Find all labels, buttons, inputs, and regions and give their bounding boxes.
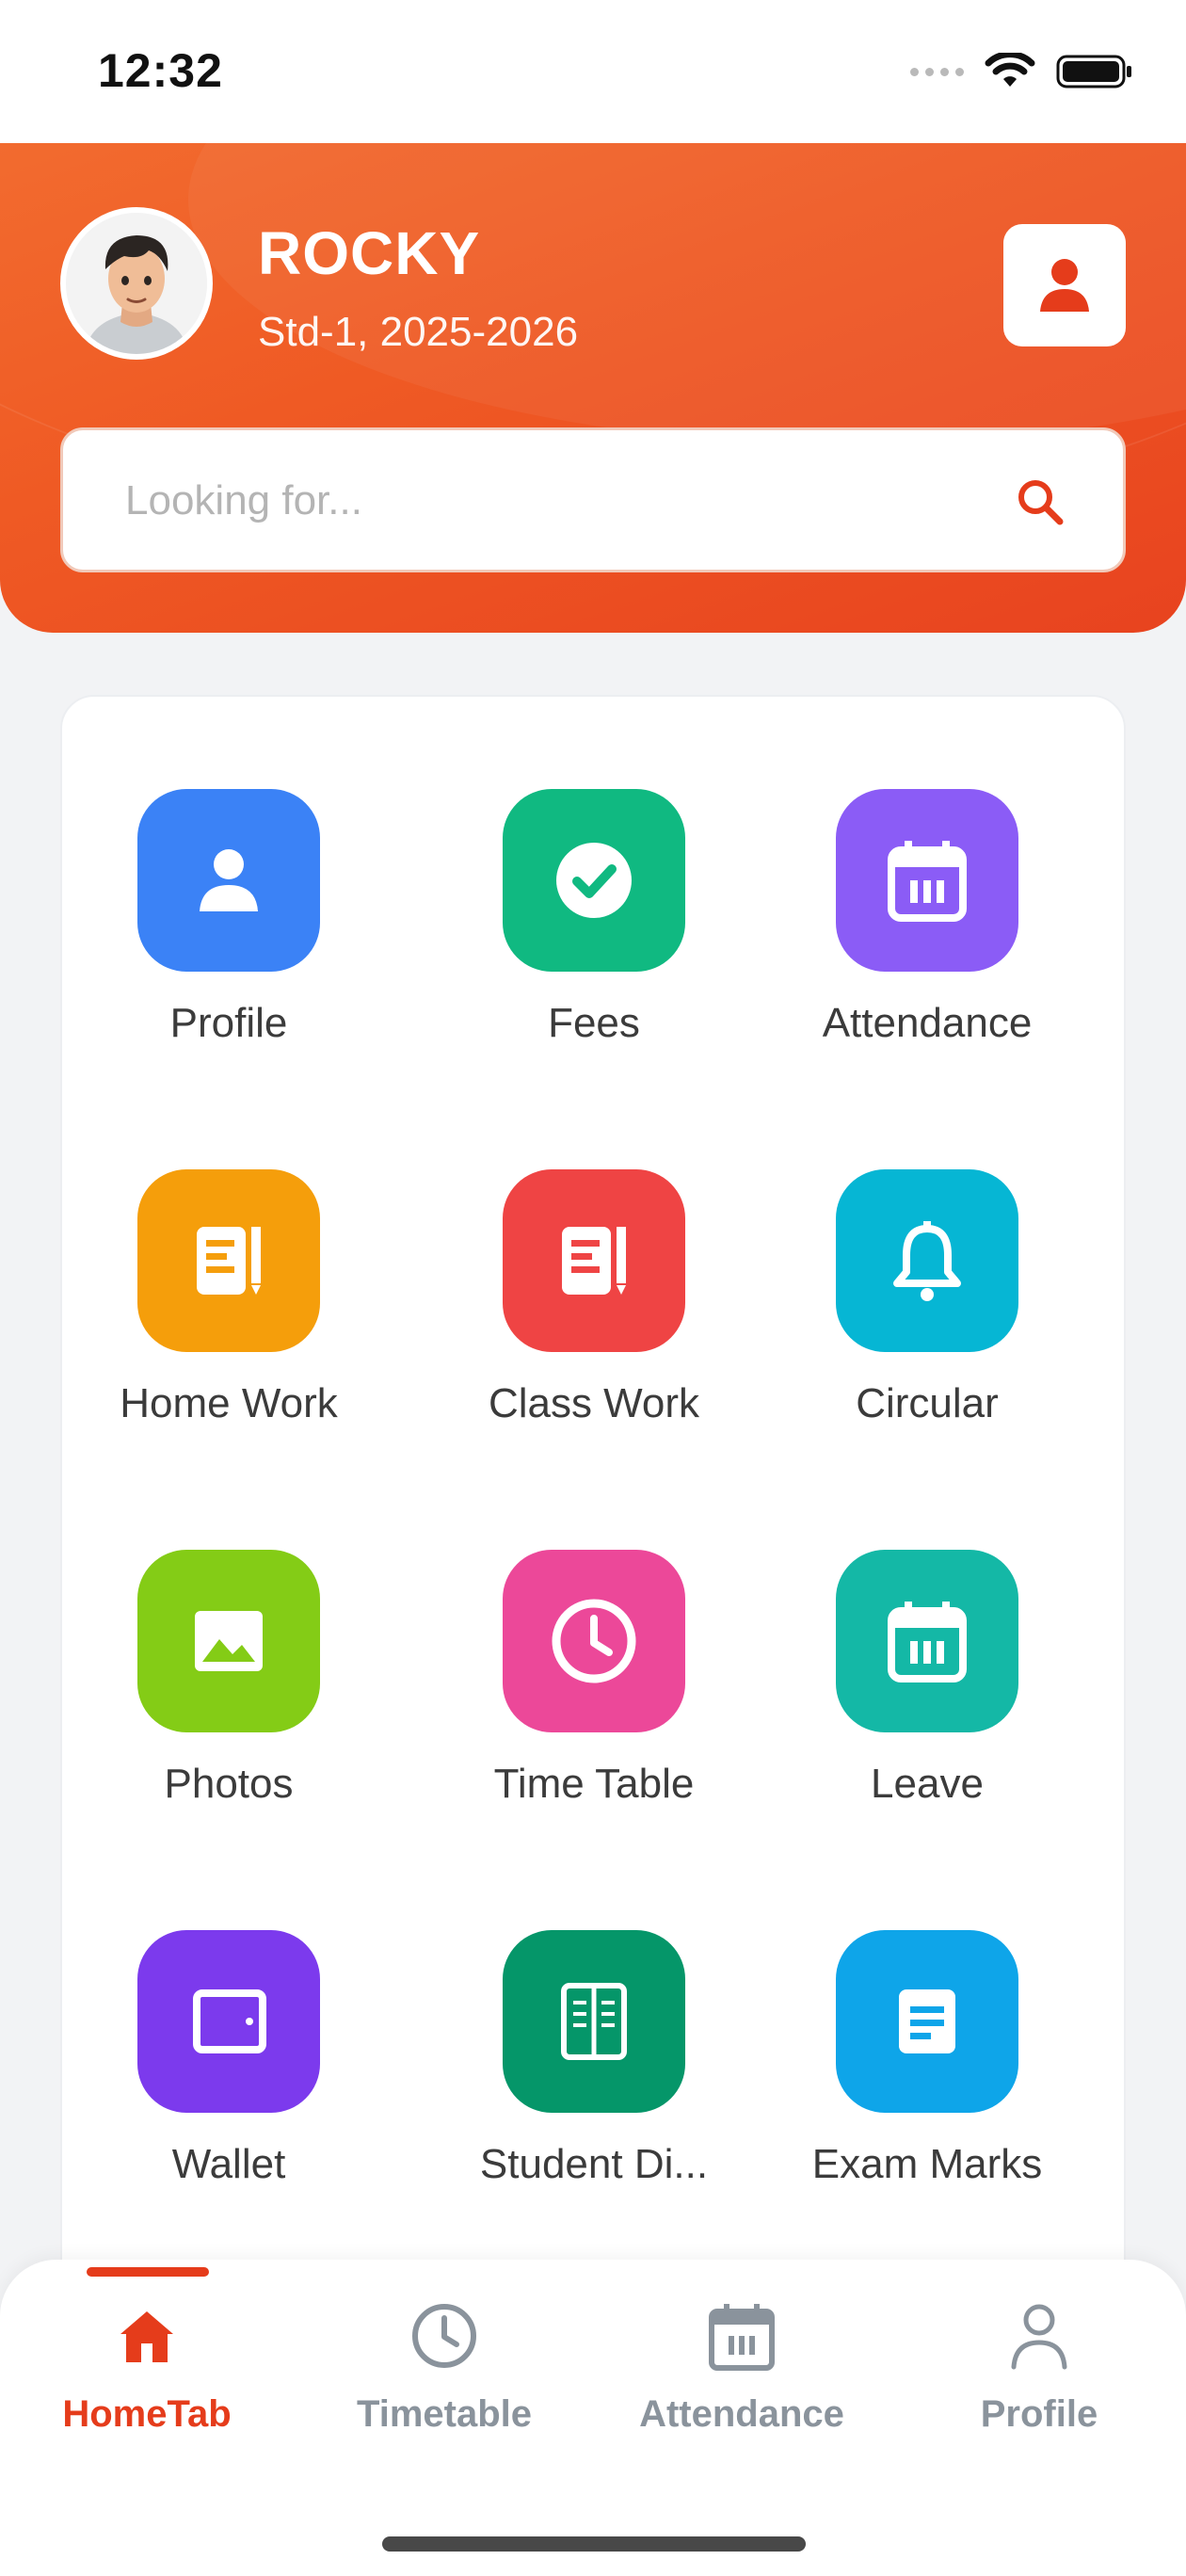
tile-fees[interactable]: Fees: [427, 789, 761, 1047]
nav-item-timetable[interactable]: Timetable: [322, 2260, 567, 2436]
status-bar: 12:32: [0, 0, 1186, 143]
attendance-tile-icon: [836, 789, 1018, 972]
nav-item-profile[interactable]: Profile: [917, 2260, 1162, 2436]
tile-wallet[interactable]: Wallet: [62, 1930, 395, 2188]
person-outline-icon: [1011, 2304, 1067, 2370]
tile-exam-marks[interactable]: Exam Marks: [761, 1930, 1094, 2188]
clock-icon: [412, 2304, 476, 2368]
document-icon: [899, 1989, 955, 2053]
status-time: 12:32: [98, 44, 223, 97]
student-diary-tile-icon: [503, 1930, 685, 2113]
tile-label: Student Di...: [479, 2141, 709, 2187]
tile-label: Exam Marks: [811, 2141, 1043, 2187]
home-indicator[interactable]: [382, 2536, 806, 2552]
tile-label: Wallet: [171, 2141, 286, 2187]
circular-tile-icon: [836, 1169, 1018, 1352]
check-circle-icon: [556, 843, 632, 918]
user-name: ROCKY: [258, 219, 481, 287]
tile-profile[interactable]: Profile: [62, 789, 395, 1047]
tile-photos[interactable]: Photos: [62, 1550, 395, 1808]
tile-student-diary[interactable]: Student Di...: [427, 1930, 761, 2188]
wallet-tile-icon: [137, 1930, 320, 2113]
tile-home-work[interactable]: Home Work: [62, 1169, 395, 1427]
nav-label: Attendance: [639, 2393, 844, 2435]
calendar-icon: [709, 2304, 775, 2371]
notebook-icon: [562, 1227, 626, 1295]
home-work-tile-icon: [137, 1169, 320, 1352]
home-icon: [120, 2311, 173, 2362]
image-icon: [195, 1611, 263, 1671]
photos-tile-icon: [137, 1550, 320, 1732]
fees-tile-icon: [503, 789, 685, 972]
signal-icon: [910, 67, 964, 76]
tile-circular[interactable]: Circular: [761, 1169, 1094, 1427]
user-icon: [1040, 259, 1089, 312]
profile-tile-icon: [137, 789, 320, 972]
tile-label: Photos: [164, 1761, 294, 1807]
bottom-nav: HomeTab Timetable Attendance Profile: [0, 2260, 1186, 2576]
nav-label: Timetable: [357, 2393, 532, 2435]
avatar[interactable]: [60, 207, 213, 360]
wallet-icon: [193, 1989, 266, 2053]
nav-label: Profile: [980, 2393, 1098, 2435]
tile-label: Class Work: [488, 1380, 700, 1426]
book-icon: [561, 1983, 627, 2060]
search-icon[interactable]: [1014, 475, 1066, 528]
calendar-icon: [888, 841, 967, 922]
header: ROCKY Std-1, 2025-2026: [0, 143, 1186, 633]
search-bar[interactable]: [60, 427, 1126, 572]
nav-item-attendance[interactable]: Attendance: [619, 2260, 864, 2436]
avatar-illustration: [66, 213, 207, 354]
user-class: Std-1, 2025-2026: [258, 309, 579, 355]
profile-button[interactable]: [1003, 224, 1126, 346]
exam-marks-tile-icon: [836, 1930, 1018, 2113]
bell-icon: [893, 1221, 961, 1301]
tile-label: Leave: [871, 1761, 984, 1807]
user-icon: [200, 849, 258, 911]
tile-leave[interactable]: Leave: [761, 1550, 1094, 1808]
tile-label: Circular: [856, 1380, 999, 1426]
tile-label: Attendance: [822, 1000, 1033, 1046]
nav-item-hometab[interactable]: HomeTab: [24, 2260, 269, 2436]
notebook-icon: [197, 1227, 261, 1295]
nav-label: HomeTab: [62, 2393, 232, 2435]
tile-time-table[interactable]: Time Table: [427, 1550, 761, 1808]
clock-icon: [552, 1599, 636, 1683]
wifi-icon: [985, 53, 1035, 87]
tile-label: Home Work: [120, 1380, 338, 1426]
tile-class-work[interactable]: Class Work: [427, 1169, 761, 1427]
calendar-icon: [888, 1602, 967, 1682]
tile-label: Time Table: [493, 1761, 695, 1807]
battery-icon: [1056, 55, 1131, 89]
time-table-tile-icon: [503, 1550, 685, 1732]
leave-tile-icon: [836, 1550, 1018, 1732]
tile-attendance[interactable]: Attendance: [761, 789, 1094, 1047]
class-work-tile-icon: [503, 1169, 685, 1352]
search-input[interactable]: [63, 430, 993, 572]
status-icons: [910, 51, 1133, 92]
tile-label: Fees: [548, 1000, 640, 1046]
feature-grid: Profile Fees Attendance Home Work Class …: [60, 695, 1126, 2295]
tile-label: Profile: [169, 1000, 288, 1046]
